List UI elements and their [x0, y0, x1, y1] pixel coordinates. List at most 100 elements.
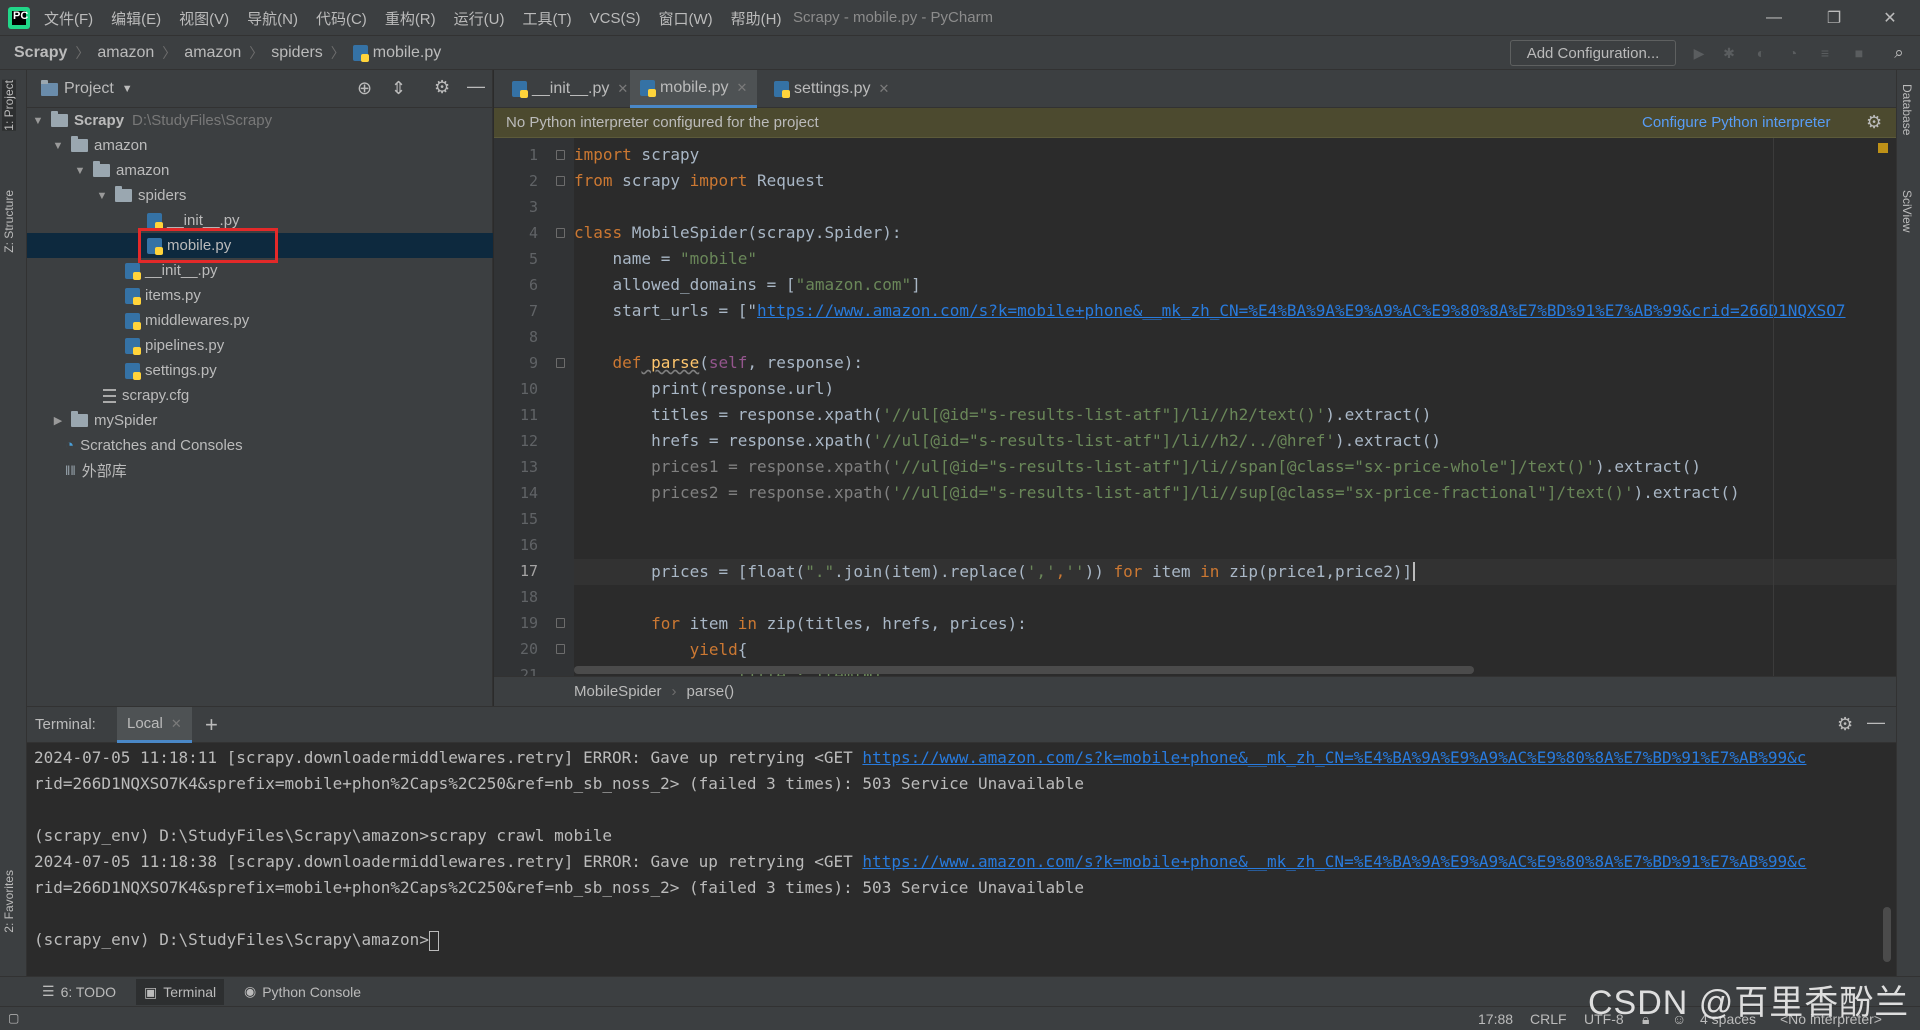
fold-marker-icon[interactable]	[556, 228, 565, 238]
tree-folder-myspider[interactable]: ▶ mySpider	[27, 408, 493, 433]
breadcrumb-mobile[interactable]: mobile.py	[373, 44, 441, 62]
tool-todo[interactable]: ☰ 6: TODO	[42, 983, 116, 1000]
gear-icon[interactable]: ⚙	[1866, 112, 1882, 133]
code-line-6: allowed_domains = ["amazon.com"]	[574, 275, 921, 294]
menu-window[interactable]: 窗口(W)	[658, 8, 712, 29]
tree-label: __init__.py	[167, 212, 240, 229]
tab-init-py[interactable]: __init__.py ✕	[502, 70, 638, 108]
menu-file[interactable]: 文件(F)	[44, 8, 93, 29]
concurrency-icon[interactable]: ≡	[1816, 44, 1834, 62]
line-number-gutter: 1 2 3 4 5 6 7 8 9 10 11 12 13 14 15 16 1…	[494, 138, 574, 684]
configure-interpreter-link[interactable]: Configure Python interpreter	[1642, 114, 1830, 131]
caret-position[interactable]: 17:88	[1478, 1011, 1513, 1027]
python-console-icon: ◉	[244, 983, 257, 999]
coverage-icon[interactable]: ◐	[1752, 44, 1770, 62]
tab-database[interactable]: Database	[1900, 84, 1914, 135]
horizontal-scrollbar[interactable]	[574, 666, 1474, 674]
line-number: 5	[528, 250, 538, 268]
fold-marker-icon[interactable]	[556, 644, 565, 654]
editor-tab-bar: __init__.py ✕ mobile.py ✕ settings.py ✕	[494, 70, 1896, 108]
new-terminal-icon[interactable]: +	[205, 712, 218, 738]
line-number: 8	[528, 328, 538, 346]
menu-help[interactable]: 帮助(H)	[731, 8, 782, 29]
tool-python-console[interactable]: ◉ Python Console	[244, 983, 361, 1000]
breadcrumb-scrapy[interactable]: Scrapy	[14, 44, 67, 62]
menu-code[interactable]: 代码(C)	[316, 8, 367, 29]
close-icon[interactable]: ✕	[1862, 0, 1918, 36]
breadcrumb-amazon[interactable]: amazon	[97, 44, 154, 62]
code-line-1: import scrapy	[574, 145, 700, 164]
line-number: 17	[519, 562, 538, 580]
python-file-icon	[147, 212, 163, 230]
locate-icon[interactable]: ⊕	[357, 78, 372, 99]
hide-icon[interactable]: —	[467, 76, 485, 97]
tree-folder-amazon[interactable]: ▼ amazon	[27, 133, 493, 158]
menu-tools[interactable]: 工具(T)	[522, 8, 571, 29]
code-editor[interactable]: import scrapy from scrapy import Request…	[574, 138, 1896, 676]
tree-file-items[interactable]: items.py	[27, 283, 493, 308]
warning-indicator-icon[interactable]	[1878, 143, 1888, 153]
stop-icon[interactable]: ■	[1850, 44, 1868, 62]
tree-file-middlewares[interactable]: middlewares.py	[27, 308, 493, 333]
breadcrumb-spiders[interactable]: spiders	[271, 44, 323, 62]
tab-favorites[interactable]: 2: Favorites	[2, 870, 16, 933]
tab-structure[interactable]: Z: Structure	[2, 190, 16, 253]
minimize-icon[interactable]: —	[1746, 0, 1802, 36]
fold-marker-icon[interactable]	[556, 618, 565, 628]
terminal-tab-local[interactable]: Local ✕	[117, 707, 192, 743]
close-tab-icon[interactable]: ✕	[878, 81, 889, 97]
terminal-url-link[interactable]: https://www.amazon.com/s?k=mobile+phone&…	[862, 852, 1806, 871]
layout-icon[interactable]: ▢	[8, 1011, 19, 1025]
tree-root-scrapy[interactable]: ▼ Scrapy D:\StudyFiles\Scrapy	[27, 108, 493, 133]
gear-icon[interactable]: ⚙	[1837, 714, 1853, 735]
breadcrumb-amazon-inner[interactable]: amazon	[184, 44, 241, 62]
close-tab-icon[interactable]: ✕	[736, 80, 747, 96]
tab-project[interactable]: 1: Project	[2, 80, 16, 131]
line-number: 20	[519, 640, 538, 658]
gear-icon[interactable]: ⚙	[434, 77, 450, 98]
search-icon[interactable]: ⌕	[1890, 43, 1908, 62]
menu-view[interactable]: 视图(V)	[179, 8, 229, 29]
fold-marker-icon[interactable]	[556, 358, 565, 368]
tab-sciview[interactable]: SciView	[1900, 190, 1914, 232]
profile-icon[interactable]: ◔	[1784, 44, 1802, 62]
tree-external-libraries[interactable]: ǁǁ 外部库	[27, 458, 493, 483]
collapse-all-icon[interactable]: ⇕	[391, 78, 406, 99]
menu-navigate[interactable]: 导航(N)	[247, 8, 298, 29]
python-file-icon	[125, 337, 141, 355]
tree-folder-amazon-inner[interactable]: ▼ amazon	[27, 158, 493, 183]
tab-mobile-py[interactable]: mobile.py ✕	[630, 70, 758, 108]
fold-marker-icon[interactable]	[556, 150, 565, 160]
terminal-url-link[interactable]: https://www.amazon.com/s?k=mobile+phone&…	[862, 748, 1806, 767]
tool-terminal[interactable]: ▣ Terminal	[136, 979, 225, 1005]
crumb-class[interactable]: MobileSpider	[574, 683, 662, 700]
line-number: 18	[519, 588, 538, 606]
debug-icon[interactable]: ✱	[1720, 44, 1738, 62]
tab-settings-py[interactable]: settings.py ✕	[764, 70, 899, 108]
project-view-selector[interactable]: Project ▼	[41, 79, 133, 98]
python-file-icon	[512, 81, 528, 98]
restore-icon[interactable]: ❐	[1806, 0, 1862, 36]
hide-icon[interactable]: —	[1867, 712, 1885, 733]
line-separator[interactable]: CRLF	[1530, 1011, 1567, 1027]
tree-folder-spiders[interactable]: ▼ spiders	[27, 183, 493, 208]
tree-file-pipelines[interactable]: pipelines.py	[27, 333, 493, 358]
menu-vcs[interactable]: VCS(S)	[590, 10, 641, 27]
tree-file-settings[interactable]: settings.py	[27, 358, 493, 383]
crumb-method[interactable]: parse()	[687, 683, 735, 700]
menu-run[interactable]: 运行(U)	[454, 8, 505, 29]
menu-edit[interactable]: 编辑(E)	[111, 8, 161, 29]
menu-refactor[interactable]: 重构(R)	[385, 8, 436, 29]
close-tab-icon[interactable]: ✕	[617, 81, 628, 97]
terminal-prompt-line[interactable]: (scrapy_env) D:\StudyFiles\Scrapy\amazon…	[34, 927, 439, 953]
fold-marker-icon[interactable]	[556, 176, 565, 186]
folder-icon	[71, 411, 88, 427]
tree-scratches[interactable]: ◔ Scratches and Consoles	[27, 433, 493, 458]
close-tab-icon[interactable]: ✕	[171, 716, 182, 732]
terminal-scrollbar[interactable]	[1883, 907, 1891, 962]
tree-label: settings.py	[145, 362, 217, 379]
add-configuration-button[interactable]: Add Configuration...	[1510, 40, 1676, 66]
tree-file-scrapy-cfg[interactable]: scrapy.cfg	[27, 383, 493, 408]
run-icon[interactable]: ▶	[1690, 44, 1708, 62]
list-icon: ☰	[42, 983, 55, 999]
